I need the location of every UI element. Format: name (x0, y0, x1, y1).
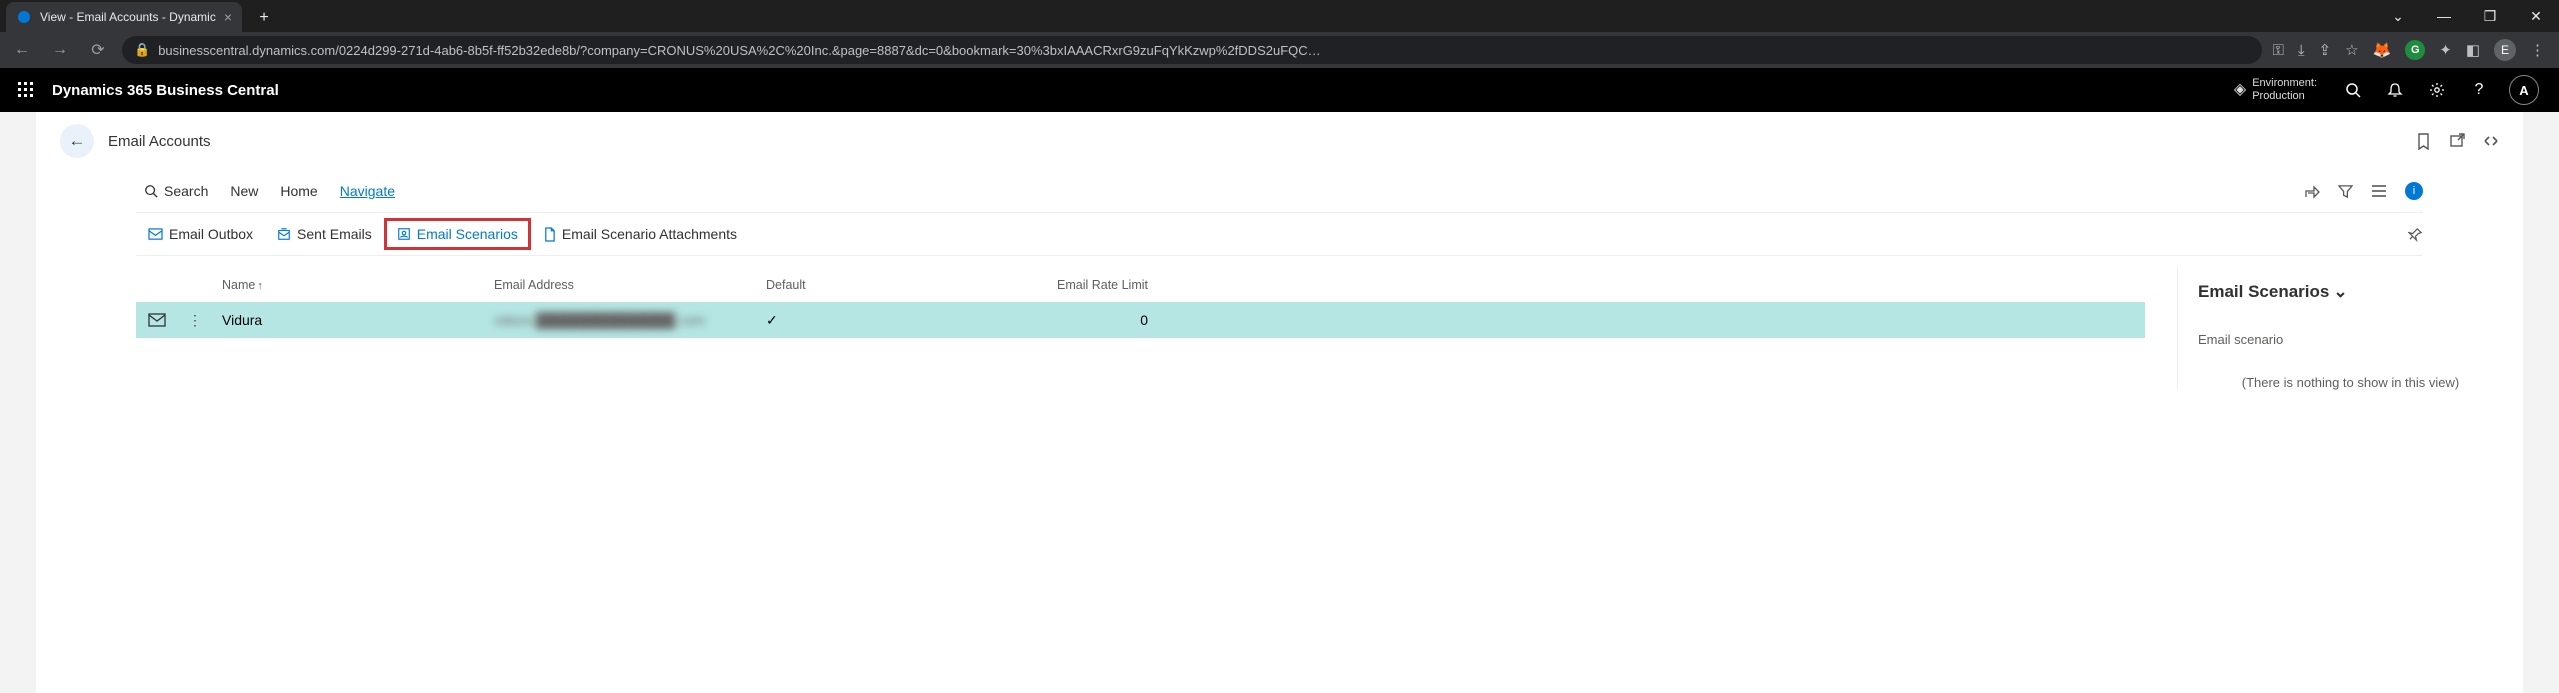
chevron-down-icon[interactable]: ⌄ (2375, 0, 2421, 32)
user-avatar[interactable]: A (2509, 75, 2539, 105)
popout-icon[interactable] (2449, 133, 2465, 150)
favicon-icon (16, 9, 32, 25)
share-icon[interactable]: ⇪ (2319, 41, 2332, 59)
side-panel-icon[interactable]: ◧ (2466, 41, 2480, 59)
chrome-profile-avatar[interactable]: E (2494, 39, 2516, 61)
settings-icon[interactable] (2425, 78, 2449, 102)
bookmark-icon[interactable] (2416, 133, 2431, 150)
install-icon[interactable]: ⤓ (2298, 42, 2305, 59)
email-scenarios-action[interactable]: Email Scenarios (384, 218, 531, 250)
forward-nav-icon[interactable]: → (46, 36, 74, 64)
environment-icon: ◈ (2234, 80, 2246, 99)
app-title: Dynamics 365 Business Central (52, 82, 279, 99)
col-header-name[interactable]: Name↑ (222, 278, 494, 292)
chevron-down-icon: ⌄ (2333, 282, 2347, 302)
cell-rate: 0 (1054, 312, 1148, 328)
back-nav-icon[interactable]: ← (8, 36, 36, 64)
navigate-action[interactable]: Navigate (340, 183, 395, 199)
table-header: Name↑ Email Address Default Email Rate L… (136, 268, 2145, 302)
url-text: businesscentral.dynamics.com/0224d299-27… (158, 43, 1320, 58)
extensions-icon[interactable]: ✦ (2439, 41, 2452, 59)
minimize-window-icon[interactable]: ― (2421, 0, 2467, 32)
pin-icon[interactable] (2408, 227, 2423, 242)
env-value: Production (2252, 90, 2317, 103)
factbox-panel: Email Scenarios ⌄ Email scenario (There … (2177, 268, 2523, 390)
scenarios-icon (397, 227, 411, 241)
new-action[interactable]: New (230, 183, 258, 199)
outbox-icon (148, 228, 163, 241)
email-scenario-attachments-action[interactable]: Email Scenario Attachments (531, 218, 749, 250)
factbox-field-label: Email scenario (2198, 332, 2503, 347)
new-tab-button[interactable]: + (250, 4, 278, 32)
sent-icon (277, 227, 291, 241)
key-icon[interactable]: ⚿ (2272, 42, 2283, 59)
cell-default: ✓ (766, 312, 1054, 329)
attachments-icon (543, 227, 556, 242)
cell-email[interactable]: vidura.██████████████.com (494, 312, 766, 328)
notifications-icon[interactable] (2383, 78, 2407, 102)
reload-icon[interactable]: ⟳ (84, 36, 112, 64)
col-header-default[interactable]: Default (766, 278, 1054, 292)
list-view-icon[interactable] (2371, 184, 2387, 198)
share-action-icon[interactable] (2304, 183, 2320, 199)
back-button[interactable]: ← (60, 124, 94, 158)
url-bar[interactable]: 🔒 businesscentral.dynamics.com/0224d299-… (122, 36, 2262, 64)
table-row[interactable]: ⋮ Vidura vidura.██████████████.com ✓ 0 (136, 302, 2145, 338)
col-header-rate[interactable]: Email Rate Limit (1054, 278, 1148, 292)
row-menu-icon[interactable]: ⋮ (188, 312, 202, 329)
sent-emails-action[interactable]: Sent Emails (265, 218, 384, 250)
cell-name[interactable]: Vidura (222, 312, 494, 328)
home-action[interactable]: Home (280, 183, 317, 199)
email-outbox-action[interactable]: Email Outbox (136, 218, 265, 250)
app-launcher-icon[interactable] (10, 74, 42, 106)
close-tab-icon[interactable]: × (224, 9, 232, 25)
mail-icon (148, 313, 166, 327)
filter-icon[interactable] (2338, 184, 2353, 199)
extension-g-icon[interactable]: G (2405, 40, 2425, 60)
factbox-title[interactable]: Email Scenarios ⌄ (2198, 282, 2503, 302)
star-icon[interactable]: ☆ (2345, 41, 2358, 59)
col-header-email[interactable]: Email Address (494, 278, 766, 292)
chrome-menu-icon[interactable]: ⋮ (2530, 41, 2545, 59)
browser-tab[interactable]: View - Email Accounts - Dynamic × (6, 2, 242, 32)
factbox-empty-message: (There is nothing to show in this view) (2198, 375, 2503, 390)
info-badge-icon[interactable]: i (2405, 182, 2423, 200)
env-label: Environment: (2252, 77, 2317, 90)
close-window-icon[interactable]: ✕ (2513, 0, 2559, 32)
lock-icon: 🔒 (134, 42, 150, 58)
environment-indicator[interactable]: ◈ Environment: Production (2234, 77, 2317, 103)
maximize-window-icon[interactable]: ❐ (2467, 0, 2513, 32)
help-icon[interactable]: ? (2467, 78, 2491, 102)
tab-title: View - Email Accounts - Dynamic (40, 10, 216, 24)
search-icon[interactable] (2341, 78, 2365, 102)
collapse-icon[interactable] (2483, 133, 2499, 150)
page-title: Email Accounts (108, 133, 211, 150)
search-action[interactable]: Search (144, 183, 208, 199)
sort-asc-icon: ↑ (257, 280, 263, 292)
metamask-icon[interactable]: 🦊 (2373, 41, 2392, 59)
